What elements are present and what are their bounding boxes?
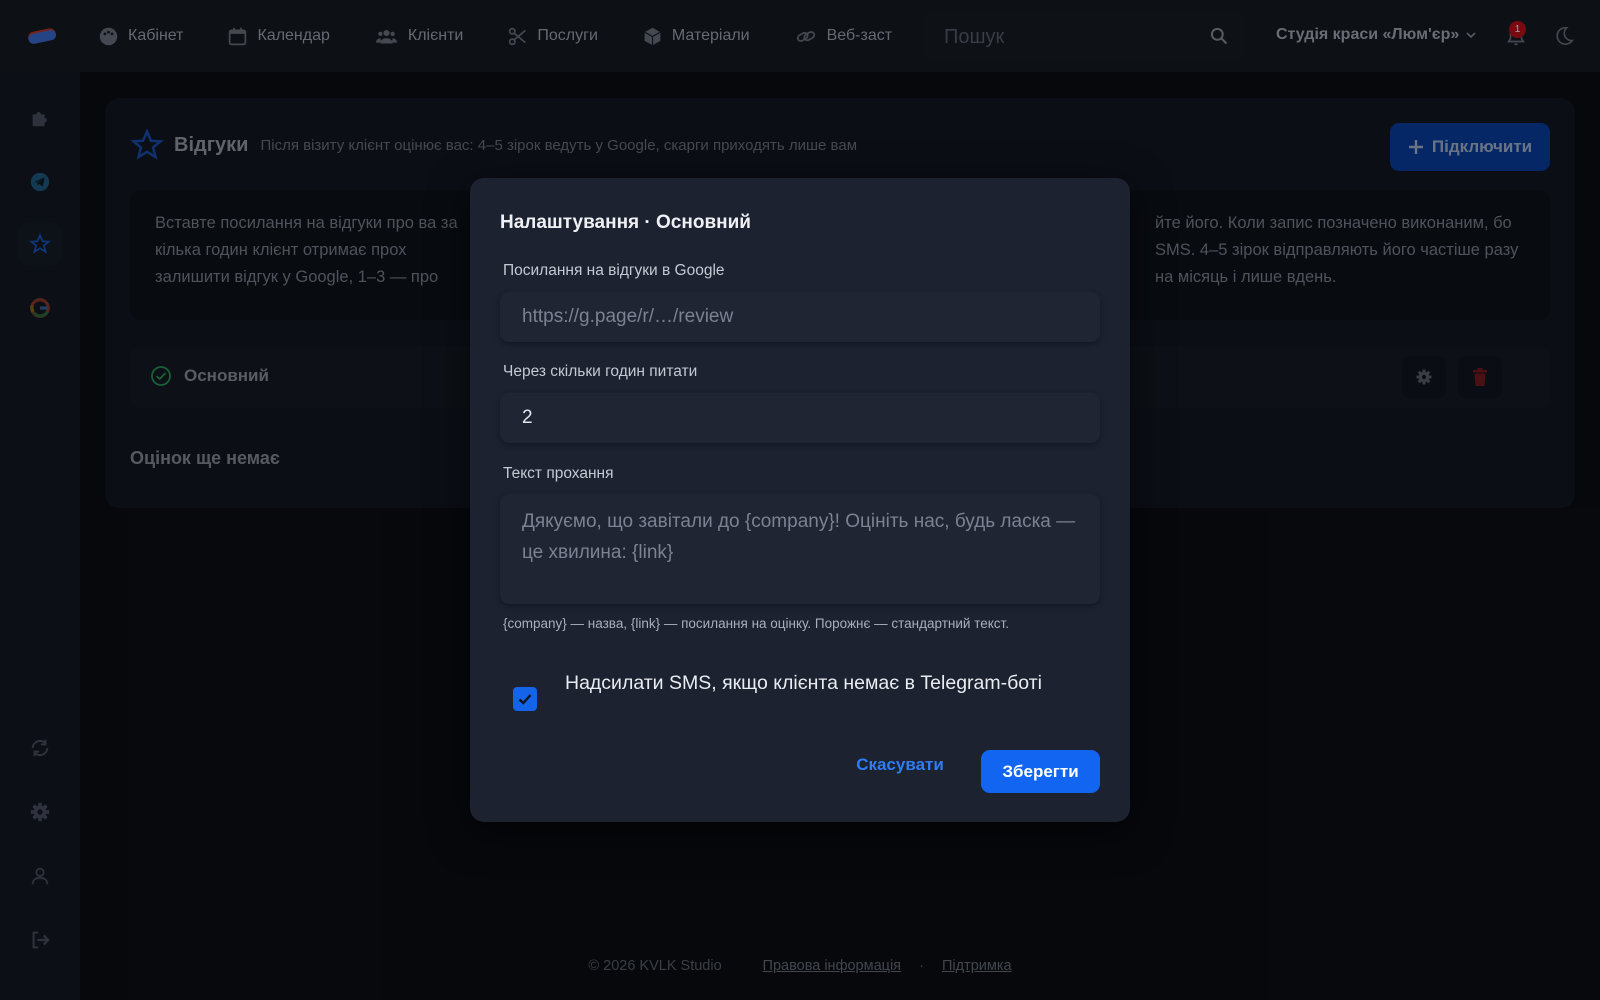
checkmark-icon — [518, 694, 532, 705]
google-link-placeholder: https://g.page/r/…/review — [522, 306, 734, 327]
request-text-label: Текст прохання — [503, 465, 614, 482]
google-link-input[interactable]: https://g.page/r/…/review — [500, 292, 1100, 342]
sms-checkbox-label[interactable]: Надсилати SMS, якщо клієнта немає в Tele… — [565, 668, 1085, 699]
google-link-label: Посилання на відгуки в Google — [503, 262, 725, 279]
hours-value: 2 — [522, 407, 533, 428]
settings-modal: Налаштування · Основний Посилання на від… — [470, 178, 1130, 822]
save-button[interactable]: Зберегти — [981, 750, 1100, 793]
hours-label: Через скільки годин питати — [503, 363, 698, 380]
hours-input[interactable]: 2 — [500, 393, 1100, 443]
request-text-area[interactable]: Дякуємо, що завітали до {company}! Оціні… — [500, 494, 1100, 604]
request-text-hint: {company} — назва, {link} — посилання на… — [503, 616, 1009, 631]
sms-checkbox[interactable] — [513, 687, 537, 711]
cancel-button[interactable]: Скасувати — [854, 750, 946, 780]
request-text-placeholder: Дякуємо, що завітали до {company}! Оціні… — [522, 511, 1076, 563]
modal-title: Налаштування · Основний — [500, 212, 751, 233]
